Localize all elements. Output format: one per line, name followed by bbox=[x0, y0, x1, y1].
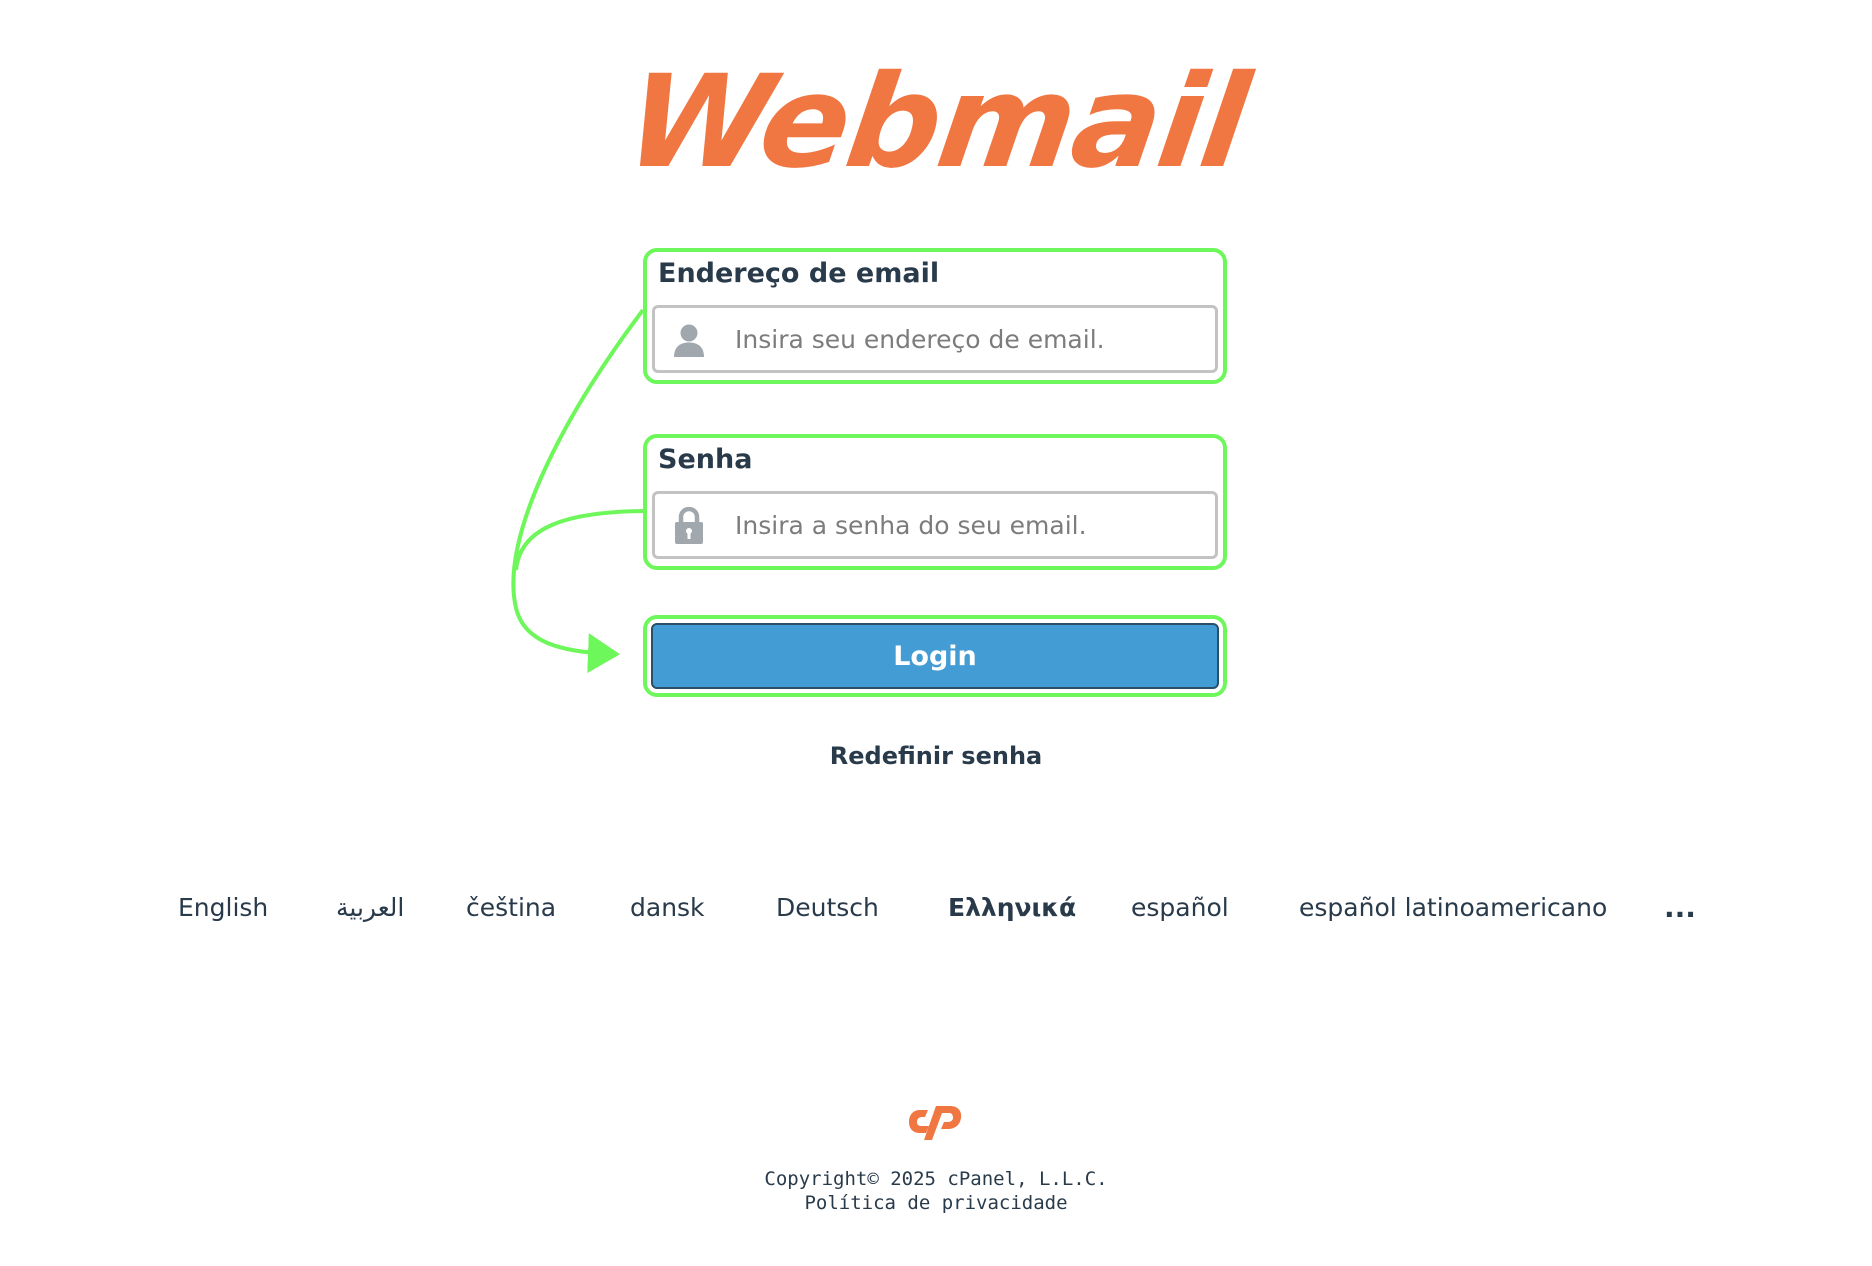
language-link-arabic[interactable]: العربية bbox=[336, 888, 404, 928]
language-link-german[interactable]: Deutsch bbox=[776, 888, 879, 928]
email-field-group: Endereço de email bbox=[643, 248, 1227, 384]
language-link-spanish[interactable]: español bbox=[1131, 888, 1229, 928]
annotation-arrow-from-email bbox=[511, 308, 645, 674]
lock-icon bbox=[669, 506, 709, 546]
reset-password-link[interactable]: Redefinir senha bbox=[0, 738, 1872, 774]
password-input-wrapper[interactable] bbox=[652, 491, 1218, 559]
language-link-english[interactable]: English bbox=[178, 888, 268, 928]
copyright-text: Copyright© 2025 cPanel, L.L.C. bbox=[764, 1168, 1108, 1190]
language-bar: English العربية čeština dansk Deutsch Ελ… bbox=[0, 888, 1872, 928]
login-button[interactable]: Login bbox=[651, 623, 1219, 689]
language-link-greek[interactable]: Ελληνικά bbox=[948, 888, 1076, 928]
more-languages-button[interactable]: ... bbox=[1664, 888, 1696, 928]
password-field-group: Senha bbox=[643, 434, 1227, 570]
webmail-logo-text: Webmail bbox=[617, 47, 1256, 197]
email-label: Endereço de email bbox=[658, 258, 940, 289]
email-input-wrapper[interactable] bbox=[652, 305, 1218, 373]
login-button-group: Login bbox=[643, 615, 1227, 697]
privacy-policy-link[interactable]: Política de privacidade bbox=[0, 1191, 1872, 1215]
language-link-spanish-latam[interactable]: español latinoamericano bbox=[1299, 888, 1607, 928]
user-icon bbox=[669, 320, 709, 360]
annotation-arrow-from-password bbox=[514, 509, 644, 571]
email-input[interactable] bbox=[735, 308, 1205, 370]
cpanel-logo-icon bbox=[906, 1100, 966, 1146]
password-input[interactable] bbox=[735, 494, 1205, 556]
language-link-danish[interactable]: dansk bbox=[630, 888, 705, 928]
language-link-czech[interactable]: čeština bbox=[466, 888, 556, 928]
webmail-logo: Webmail bbox=[0, 47, 1872, 197]
password-label: Senha bbox=[658, 444, 753, 475]
